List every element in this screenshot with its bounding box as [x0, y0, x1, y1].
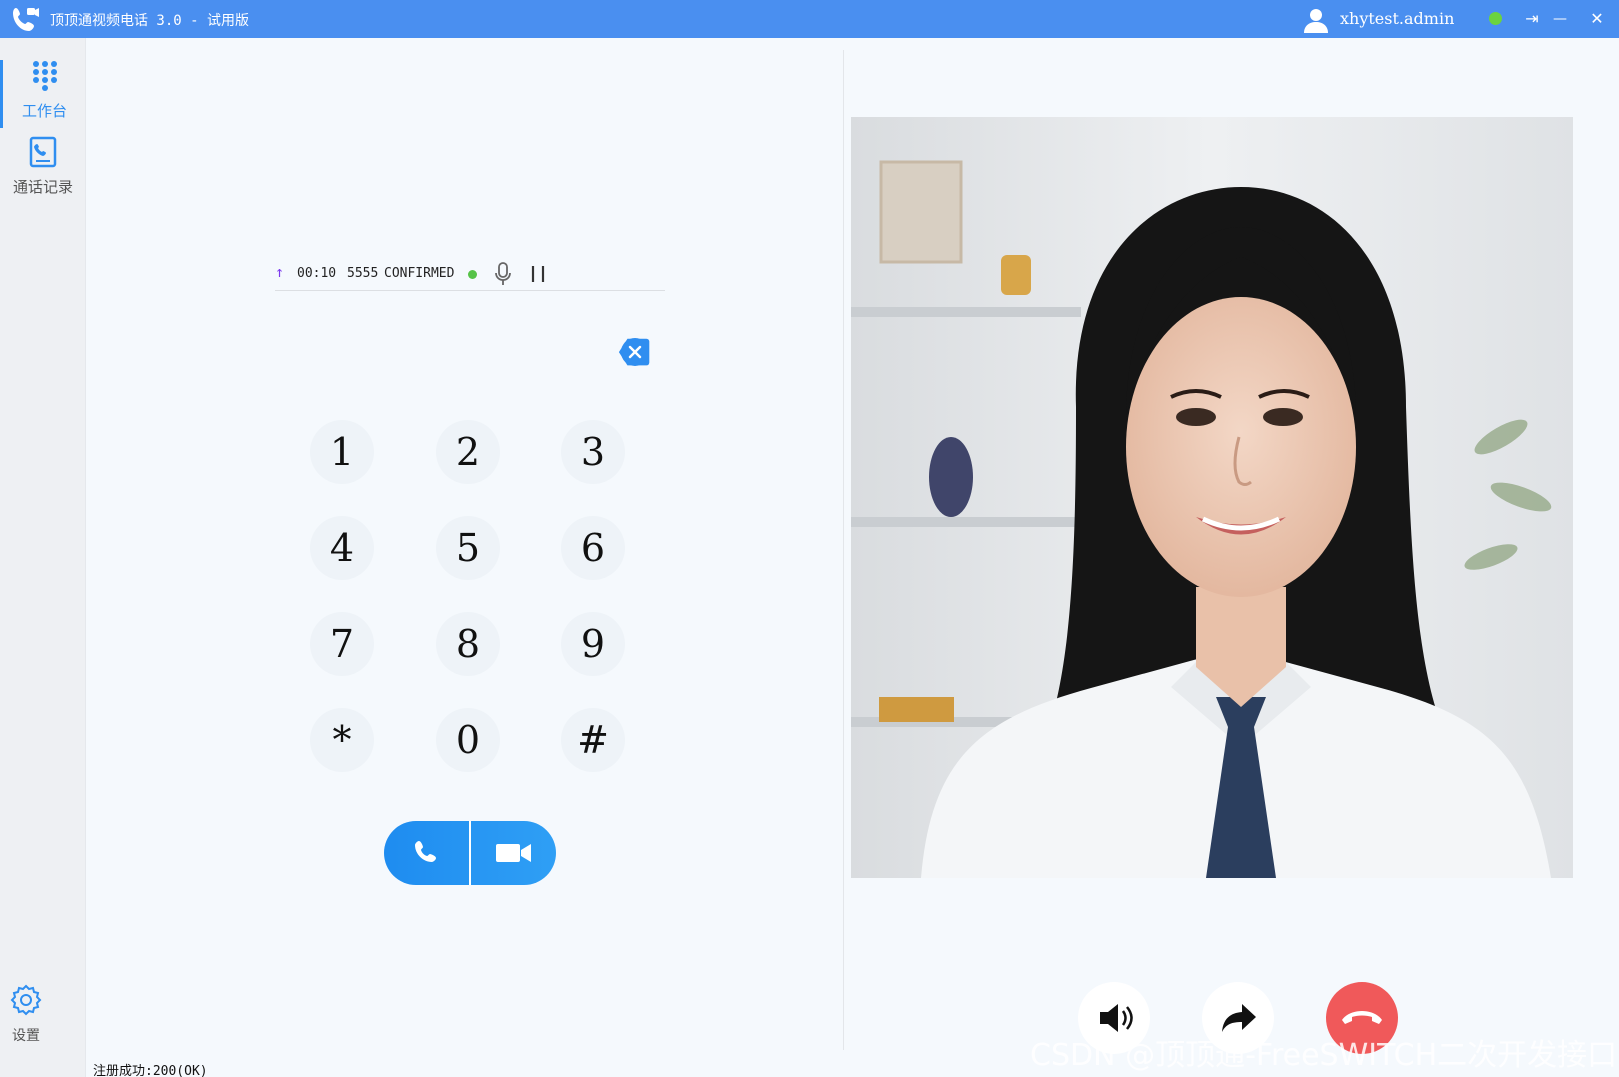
registration-status: 注册成功:200(OK) [93, 1064, 208, 1077]
remote-video [851, 117, 1573, 878]
sidebar-item-workbench[interactable]: 工作台 [0, 60, 86, 128]
popout-button[interactable]: ⇥ [1521, 8, 1543, 30]
sidebar-item-label: 通话记录 [12, 178, 73, 196]
settings-button[interactable]: 设置 [0, 983, 52, 1053]
key-star[interactable]: * [310, 708, 374, 772]
backspace-icon[interactable] [617, 335, 651, 369]
video-call-button[interactable] [471, 821, 556, 885]
user-avatar-icon[interactable] [1303, 7, 1329, 33]
key-2[interactable]: 2 [436, 420, 500, 484]
hold-pause-icon[interactable] [528, 264, 548, 284]
sidebar-item-label: 工作台 [21, 102, 67, 120]
key-6[interactable]: 6 [561, 516, 625, 580]
key-hash[interactable]: # [561, 708, 625, 772]
pane-divider [843, 50, 844, 1050]
video-camera-icon [496, 844, 531, 862]
call-status-bar: ↑ 00:10 5555 CONFIRMED [275, 258, 665, 291]
title-bar: 顶顶通视频电话 3.0 - 试用版 xhytest.admin ⇥ — ✕ [0, 0, 1619, 38]
sidebar: 工作台 通话记录 设置 [0, 38, 86, 1077]
key-9[interactable]: 9 [561, 612, 625, 676]
microphone-icon[interactable] [493, 262, 513, 286]
key-7[interactable]: 7 [310, 612, 374, 676]
call-state: CONFIRMED [384, 266, 455, 281]
audio-call-button[interactable] [384, 821, 470, 885]
watermark: CSDN @顶顶通-FreeSWITCH二次开发接口 [1030, 1038, 1618, 1073]
gear-icon [10, 984, 42, 1016]
call-duration: 00:10 [297, 266, 337, 281]
dial-button-group [384, 821, 556, 885]
username[interactable]: xhytest.admin [1340, 9, 1454, 28]
phone-icon [415, 841, 436, 862]
key-1[interactable]: 1 [310, 420, 374, 484]
remote-video-person [851, 117, 1573, 878]
key-4[interactable]: 4 [310, 516, 374, 580]
app-logo-icon [13, 8, 39, 31]
sidebar-item-call-log[interactable]: 通话记录 [0, 136, 86, 206]
online-status-icon [1489, 12, 1502, 25]
call-log-icon [29, 136, 57, 168]
call-number: 5555 [347, 266, 379, 281]
minimize-button[interactable]: — [1549, 8, 1571, 30]
settings-label: 设置 [12, 1028, 40, 1044]
key-0[interactable]: 0 [436, 708, 500, 772]
call-active-icon [468, 270, 477, 279]
key-3[interactable]: 3 [561, 420, 625, 484]
outgoing-arrow-icon: ↑ [275, 263, 285, 281]
dialpad-icon [32, 61, 57, 91]
app-title: 顶顶通视频电话 3.0 - 试用版 [50, 13, 250, 29]
dial-keypad: 1 2 3 4 5 6 7 8 9 * 0 # [310, 420, 640, 780]
key-8[interactable]: 8 [436, 612, 500, 676]
close-button[interactable]: ✕ [1586, 8, 1608, 30]
key-5[interactable]: 5 [436, 516, 500, 580]
